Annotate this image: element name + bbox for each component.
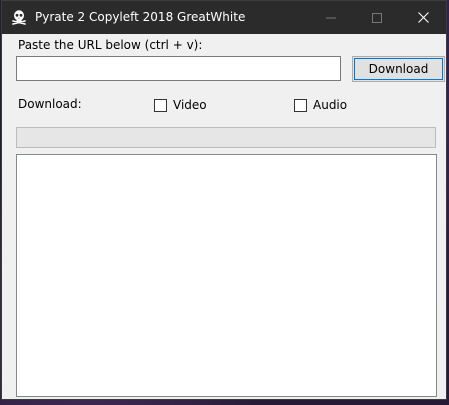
audio-checkbox-label: Audio	[313, 98, 348, 112]
audio-checkbox[interactable]	[294, 98, 307, 112]
download-type-label: Download:	[18, 97, 82, 111]
close-icon	[417, 8, 429, 27]
download-button-label: Download	[368, 62, 429, 76]
download-button[interactable]: Download	[352, 56, 445, 82]
app-window: Pyrate 2 Copyleft 2018 GreatWhite Paste …	[1, 0, 447, 400]
download-progress-bar	[16, 127, 436, 148]
video-checkbox[interactable]	[154, 98, 167, 112]
skull-crossbones-icon	[11, 9, 27, 25]
url-input[interactable]	[16, 56, 341, 81]
maximize-button[interactable]	[354, 1, 400, 34]
maximize-icon	[372, 8, 382, 27]
audio-option[interactable]: Audio	[294, 97, 347, 113]
minimize-button[interactable]	[308, 1, 354, 34]
url-label: Paste the URL below (ctrl + v):	[18, 38, 203, 52]
window-title: Pyrate 2 Copyleft 2018 GreatWhite	[35, 10, 246, 24]
title-bar[interactable]: Pyrate 2 Copyleft 2018 GreatWhite	[2, 1, 446, 34]
output-log[interactable]	[16, 154, 437, 397]
close-button[interactable]	[400, 1, 446, 34]
video-option[interactable]: Video	[154, 97, 207, 113]
video-checkbox-label: Video	[173, 98, 207, 112]
minimize-icon	[326, 8, 336, 27]
